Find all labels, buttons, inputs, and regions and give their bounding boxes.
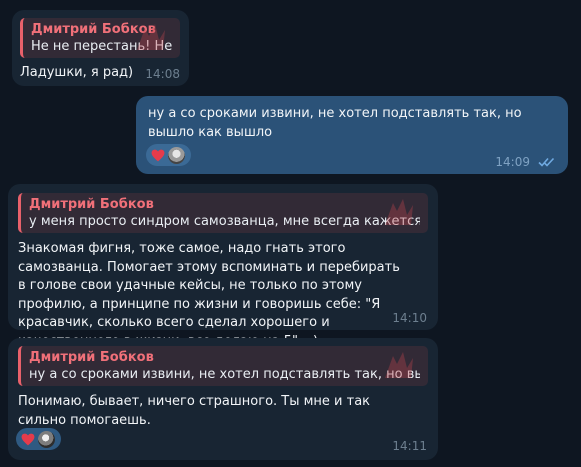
reply-preview[interactable]: Дмитрий Бобков ну а со сроками извини, н… bbox=[18, 346, 428, 386]
message-time: 14:11 bbox=[392, 439, 427, 453]
reply-decoration-icon bbox=[385, 352, 413, 378]
message-text: ну а со сроками извини, не хотел подстав… bbox=[148, 106, 522, 140]
message-time: 14:10 bbox=[392, 311, 427, 325]
heart-reaction-icon[interactable] bbox=[21, 433, 35, 446]
reply-decoration-icon bbox=[137, 24, 165, 50]
user-avatar bbox=[168, 146, 185, 164]
reply-decoration-icon bbox=[385, 199, 413, 225]
reply-preview[interactable]: Дмитрий Бобков у меня просто синдром сам… bbox=[18, 193, 428, 233]
message-text: Знакомая фигня, тоже самое, надо гнать э… bbox=[18, 241, 400, 349]
message-time: 14:08 bbox=[145, 67, 180, 81]
read-double-check-icon bbox=[538, 157, 555, 167]
message-time: 14:09 bbox=[495, 155, 530, 169]
reply-quote: у меня просто синдром самозванца, мне вс… bbox=[29, 214, 420, 229]
message-bubble-outgoing[interactable]: ну а со сроками извини, не хотел подстав… bbox=[136, 96, 568, 174]
reply-preview[interactable]: Дмитрий Бобков Не не перестань! Не ... bbox=[20, 18, 180, 58]
message-bubble-incoming[interactable]: Дмитрий Бобков Не не перестань! Не ... Л… bbox=[12, 10, 189, 86]
reply-author: Дмитрий Бобков bbox=[29, 197, 154, 212]
message-bubble-incoming[interactable]: Дмитрий Бобков ну а со сроками извини, н… bbox=[8, 338, 438, 460]
reply-quote: ну а со сроками извини, не хотел подстав… bbox=[29, 367, 420, 382]
reply-author: Дмитрий Бобков bbox=[29, 350, 154, 365]
reactions-bar[interactable] bbox=[146, 144, 191, 166]
user-avatar bbox=[38, 430, 55, 448]
message-text: Понимаю, бывает, ничего страшного. Ты мн… bbox=[18, 394, 371, 428]
message-bubble-incoming[interactable]: Дмитрий Бобков у меня просто синдром сам… bbox=[8, 184, 438, 349]
reactions-bar[interactable] bbox=[16, 428, 61, 450]
heart-reaction-icon[interactable] bbox=[151, 149, 165, 162]
